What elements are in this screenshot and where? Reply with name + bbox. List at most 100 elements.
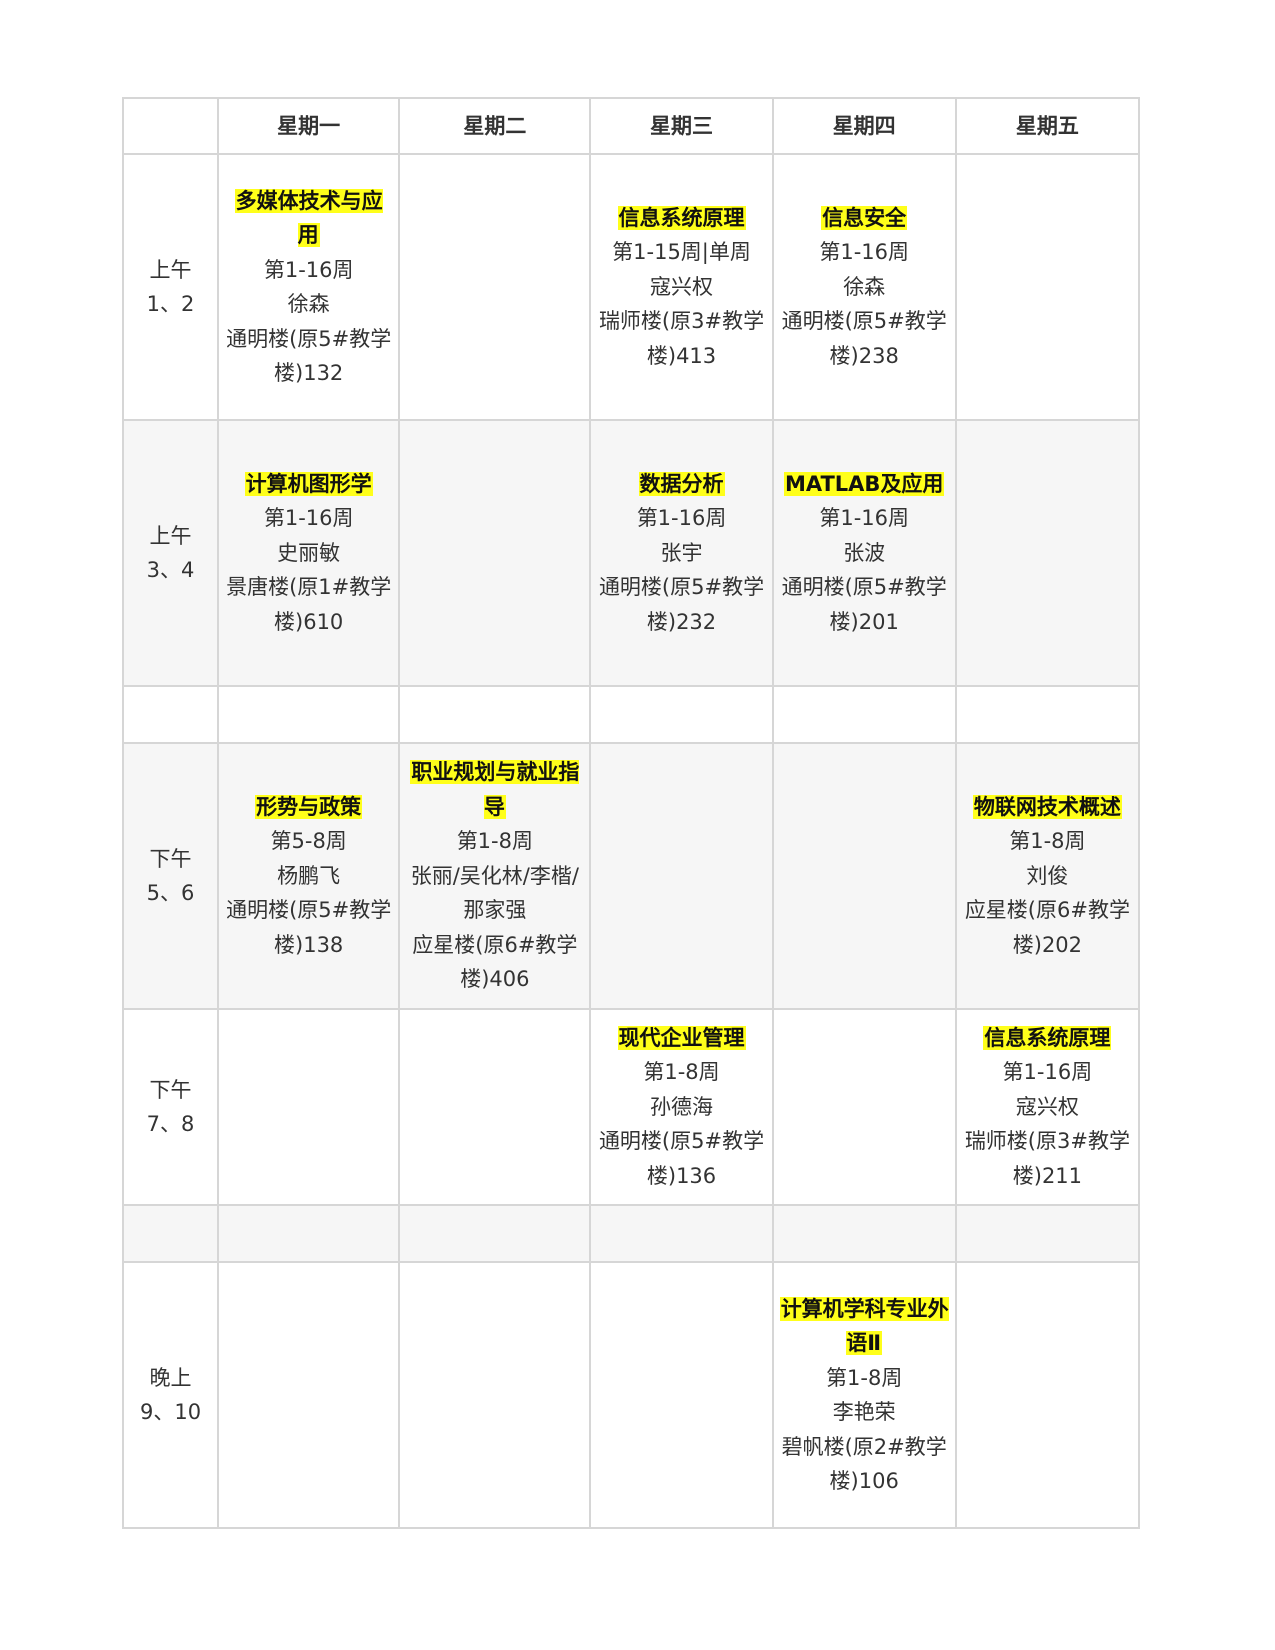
schedule-cell — [771, 742, 957, 1010]
schedule-cell — [771, 1008, 957, 1206]
schedule-cell — [398, 1261, 592, 1529]
course-room: 瑞师楼(原3#教学楼)211 — [964, 1129, 1130, 1188]
table-row — [121, 1204, 1141, 1263]
course-teacher: 史丽敏 — [277, 540, 341, 565]
course-name-highlight: 信息系统原理 — [983, 1025, 1112, 1050]
course-room: 通明楼(原5#教学楼)201 — [781, 575, 947, 634]
time-slot-label: 下午 7、8 — [121, 1008, 220, 1206]
schedule-cell — [589, 742, 774, 1010]
schedule-cell: 信息系统原理 第1-15周|单周 寇兴权 瑞师楼(原3#教学楼)413 — [589, 153, 774, 421]
course-weeks: 第1-16周 — [263, 257, 354, 282]
schedule-cell — [398, 1204, 592, 1263]
header-thursday: 星期四 — [771, 97, 957, 155]
course-weeks: 第1-16周 — [819, 506, 910, 531]
course-title: 信息系统原理 — [963, 1021, 1132, 1056]
course-weeks: 第1-8周 — [643, 1060, 720, 1085]
schedule-cell — [589, 1204, 774, 1263]
course-title: 计算机学科专业外语Ⅱ — [779, 1292, 949, 1361]
schedule-cell — [398, 1008, 592, 1206]
schedule-cell — [954, 153, 1141, 421]
course-weeks: 第1-8周 — [1009, 829, 1086, 854]
table-row: 晚上 9、10 计算机学科专业外语Ⅱ 第1-8周 李艳荣 碧帆楼(原2#教学楼)106 — [121, 1261, 1141, 1529]
table-row: 上午 1、2 多媒体技术与应用 第1-16周 徐森 通明楼(原5#教学楼)132 信息系统… — [121, 153, 1141, 421]
schedule-cell: 职业规划与就业指导第1-8周张丽/吴化林/李楷/那家强 应星楼(原6#教学楼)40… — [398, 742, 592, 1010]
header-monday: 星期一 — [217, 97, 401, 155]
course-name-highlight: 现代企业管理 — [617, 1025, 746, 1050]
time-slot-label — [121, 1204, 220, 1263]
course-teacher: 徐森 — [287, 292, 330, 316]
schedule-cell: 计算机学科专业外语Ⅱ 第1-8周 李艳荣 碧帆楼(原2#教学楼)106 — [771, 1261, 957, 1529]
course-teacher: 徐森 — [843, 274, 886, 299]
table-row: 上午 3、4 计算机图形学 第1-16周 史丽敏 景唐楼(原1#教学楼)610 数据分析第… — [121, 419, 1141, 687]
course-teacher: 寇兴权 — [650, 274, 714, 299]
course-name-highlight: 信息系统原理 — [617, 205, 746, 230]
header-wednesday: 星期三 — [589, 97, 774, 155]
course-teacher: 张丽/吴化林/李楷/那家强 — [410, 863, 579, 923]
schedule-cell: 信息系统原理 第1-16周 寇兴权 瑞师楼(原3#教学楼)211 — [954, 1008, 1141, 1206]
schedule-cell — [217, 1008, 401, 1206]
course-teacher: 李艳荣 — [832, 1400, 896, 1424]
course-room: 通明楼(原5#教学楼)238 — [781, 309, 947, 368]
schedule-cell — [217, 685, 401, 744]
course-weeks: 第1-15周|单周 — [612, 240, 751, 265]
schedule-cell — [398, 153, 592, 421]
header-friday: 星期五 — [954, 97, 1141, 155]
course-teacher: 张波 — [843, 540, 886, 565]
schedule-cell — [954, 1204, 1141, 1263]
schedule-cell — [771, 685, 957, 744]
time-slot-label: 上午 1、2 — [121, 153, 220, 421]
course-weeks: 第1-16周 — [1002, 1060, 1093, 1085]
table-row: 下午 7、8 现代企业管理 第1-8周孙德海通明楼(原5#教学楼)136 信息系统原理… — [121, 1008, 1141, 1206]
course-weeks: 第1-16周 — [819, 240, 910, 265]
header-tuesday: 星期二 — [398, 97, 592, 155]
schedule-cell: 信息安全第1-16周 徐森通明楼(原5#教学楼)238 — [771, 153, 957, 421]
corner-header — [121, 97, 220, 155]
course-title: 现代企业管理 — [597, 1021, 765, 1056]
course-name-highlight: 信息安全 — [821, 205, 908, 230]
class-timetable: 星期一 星期二 星期三 星期四 星期五 上午 1、2 多媒体技术与应用第1-16周… — [121, 97, 1141, 1529]
course-room: 应星楼(原6#教学楼)406 — [412, 932, 578, 992]
schedule-cell — [954, 1261, 1141, 1529]
schedule-cell — [771, 1204, 957, 1263]
course-title: 信息系统原理 — [597, 201, 765, 236]
schedule-cell — [954, 685, 1141, 744]
course-teacher: 刘俊 — [1026, 863, 1069, 888]
course-weeks: 第1-8周 — [456, 829, 533, 854]
course-name-highlight: 数据分析 — [638, 471, 725, 496]
course-name-highlight: 多媒体技术与应用 — [234, 188, 383, 247]
schedule-cell: 多媒体技术与应用第1-16周 徐森通明楼(原5#教学楼)132 — [217, 153, 401, 421]
course-name-highlight: 形势与政策 — [255, 794, 363, 819]
course-weeks: 第1-8周 — [826, 1365, 903, 1390]
course-weeks: 第5-8周 — [270, 829, 347, 854]
course-title: 多媒体技术与应用 — [225, 184, 392, 253]
course-name-highlight: 计算机学科专业外语Ⅱ — [779, 1296, 949, 1355]
time-slot-label: 晚上 9、10 — [121, 1261, 220, 1529]
course-teacher: 孙德海 — [650, 1094, 714, 1119]
course-title: 数据分析 — [597, 467, 765, 502]
course-name-highlight: 物联网技术概述 — [972, 794, 1122, 819]
course-title: MATLAB及应用 — [780, 467, 949, 502]
time-slot-label: 上午 3、4 — [121, 419, 220, 687]
course-room: 应星楼(原6#教学楼)202 — [964, 898, 1130, 957]
course-weeks: 第1-16周 — [263, 506, 354, 531]
course-room: 通明楼(原5#教学楼)132 — [226, 326, 392, 386]
course-name-highlight: 计算机图形学 — [244, 471, 373, 496]
course-name-highlight: MATLAB及应用 — [783, 471, 945, 496]
schedule-cell — [217, 1261, 401, 1529]
course-title: 计算机图形学 — [225, 467, 392, 502]
schedule-cell: 形势与政策 第5-8周 杨鹏飞 通明楼(原5#教学楼)138 — [217, 742, 401, 1010]
header-row: 星期一 星期二 星期三 星期四 星期五 — [121, 97, 1141, 155]
schedule-cell: 物联网技术概述 第1-8周刘俊应星楼(原6#教学楼)202 — [954, 742, 1141, 1010]
course-teacher: 张宇 — [660, 540, 703, 565]
schedule-cell: MATLAB及应用 第1-16周 张波通明楼(原5#教学楼)201 — [771, 419, 957, 687]
course-title: 物联网技术概述 — [963, 790, 1132, 825]
course-room: 通明楼(原5#教学楼)136 — [598, 1129, 765, 1188]
course-title: 职业规划与就业指导 — [406, 755, 583, 824]
course-room: 通明楼(原5#教学楼)232 — [598, 575, 765, 634]
schedule-cell — [398, 685, 592, 744]
course-weeks: 第1-16周 — [636, 506, 727, 531]
course-room: 景唐楼(原1#教学楼)610 — [226, 575, 392, 634]
course-teacher: 杨鹏飞 — [277, 863, 341, 888]
table-row: 下午 5、6 形势与政策 第5-8周 杨鹏飞 通明楼(原5#教学楼)138 职业规划与就业… — [121, 742, 1141, 1010]
schedule-cell — [398, 419, 592, 687]
